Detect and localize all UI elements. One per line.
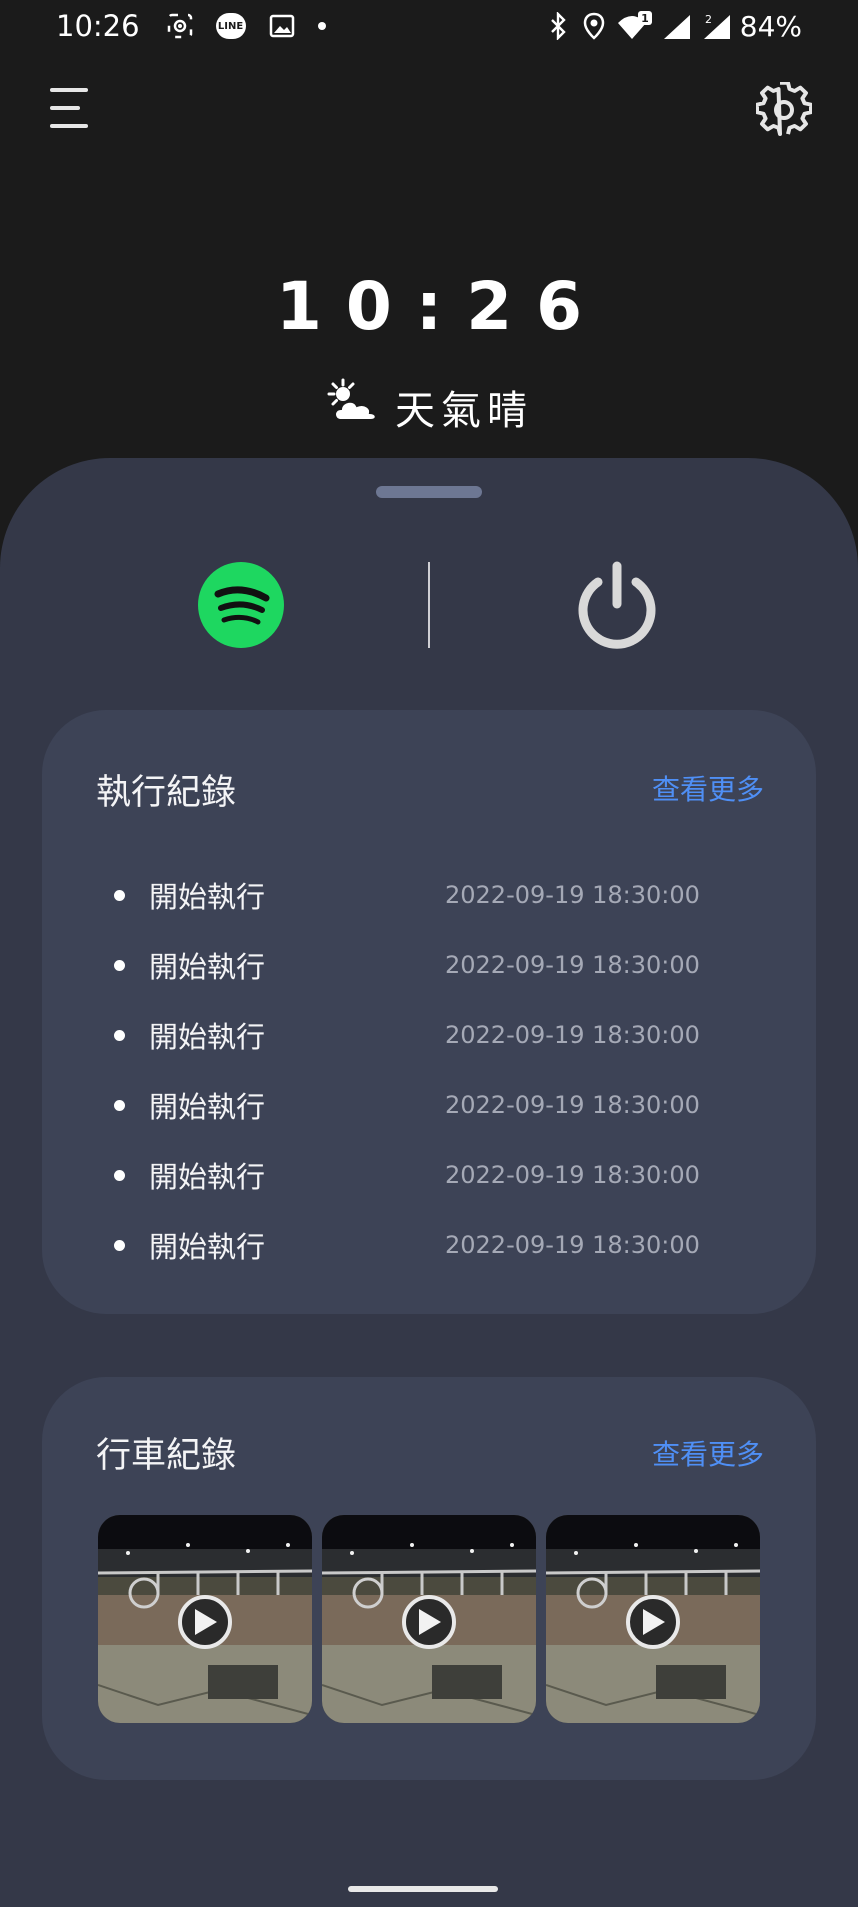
more-notifications-icon [317, 22, 326, 30]
status-bar: 10:26 LINE 1 2 84% [0, 0, 858, 52]
status-time: 10:26 [56, 9, 140, 43]
home-indicator[interactable] [348, 1886, 498, 1892]
driving-log-title: 行車紀錄 [96, 1436, 237, 1476]
play-icon [643, 1609, 665, 1635]
sheet-drag-handle[interactable] [376, 486, 482, 498]
bullet-icon [114, 959, 125, 971]
log-action: 開始執行 [149, 1160, 266, 1194]
weather-text: 天氣晴 [395, 388, 533, 434]
list-item[interactable]: 開始執行 2022-09-19 18:30:00 [114, 860, 774, 930]
video-thumbnail[interactable] [98, 1515, 312, 1723]
partly-sunny-icon [325, 378, 381, 436]
list-item[interactable]: 開始執行 2022-09-19 18:30:00 [114, 1140, 774, 1210]
list-item[interactable]: 開始執行 2022-09-19 18:30:00 [114, 1210, 774, 1280]
location-icon [580, 12, 608, 40]
driving-log-more-link[interactable]: 查看更多 [652, 1433, 764, 1473]
bullet-icon [114, 889, 125, 901]
weather-display: 天氣晴 [0, 378, 858, 436]
log-timestamp: 2022-09-19 18:30:00 [445, 1091, 700, 1119]
play-icon [419, 1609, 441, 1635]
menu-button[interactable] [46, 82, 96, 134]
log-action: 開始執行 [149, 1020, 266, 1054]
signal-icon [660, 12, 692, 40]
bullet-icon [114, 1099, 125, 1111]
play-button[interactable] [626, 1595, 680, 1649]
gear-icon [755, 80, 813, 137]
log-action: 開始執行 [149, 1090, 266, 1124]
list-item[interactable]: 開始執行 2022-09-19 18:30:00 [114, 1000, 774, 1070]
execution-log-title: 執行紀錄 [96, 773, 237, 813]
log-timestamp: 2022-09-19 18:30:00 [445, 1021, 700, 1049]
bullet-icon [114, 1169, 125, 1181]
execution-log-more-link[interactable]: 查看更多 [652, 768, 764, 808]
svg-text:2: 2 [705, 13, 712, 26]
gallery-icon [268, 12, 296, 40]
home-screen: 10:26 LINE 1 2 84% 10:26 天氣晴 執行紀錄 查看更多 開… [0, 0, 858, 1907]
video-thumbnail[interactable] [546, 1515, 760, 1723]
screenshot-icon [166, 12, 194, 40]
video-thumbnail-row [98, 1515, 760, 1723]
log-action: 開始執行 [149, 1230, 266, 1264]
quick-actions-divider [428, 562, 430, 648]
svg-text:1: 1 [641, 12, 649, 25]
settings-button[interactable] [755, 80, 813, 138]
log-action: 開始執行 [149, 880, 266, 914]
spotify-icon [198, 562, 284, 648]
play-button[interactable] [402, 1595, 456, 1649]
bluetooth-icon [544, 12, 572, 40]
video-thumbnail[interactable] [322, 1515, 536, 1723]
play-icon [195, 1609, 217, 1635]
bullet-icon [114, 1239, 125, 1251]
log-timestamp: 2022-09-19 18:30:00 [445, 1161, 700, 1189]
log-timestamp: 2022-09-19 18:30:00 [445, 881, 700, 909]
clock-display: 10:26 [275, 268, 607, 345]
bullet-icon [114, 1029, 125, 1041]
menu-icon [50, 88, 88, 128]
wifi-icon: 1 [616, 11, 652, 40]
play-button[interactable] [178, 1595, 232, 1649]
log-timestamp: 2022-09-19 18:30:00 [445, 951, 700, 979]
list-item[interactable]: 開始執行 2022-09-19 18:30:00 [114, 1070, 774, 1140]
execution-log-list: 開始執行 2022-09-19 18:30:00 開始執行 2022-09-19… [114, 860, 774, 1280]
system-icons: 1 2 84% [544, 10, 802, 43]
notification-icons: LINE [166, 12, 326, 40]
power-icon [578, 561, 656, 649]
log-timestamp: 2022-09-19 18:30:00 [445, 1231, 700, 1259]
log-action: 開始執行 [149, 950, 266, 984]
execution-log-card: 執行紀錄 查看更多 開始執行 2022-09-19 18:30:00 開始執行 … [42, 710, 816, 1314]
signal-sim2-icon: 2 [700, 12, 732, 40]
spotify-button[interactable] [198, 562, 284, 648]
list-item[interactable]: 開始執行 2022-09-19 18:30:00 [114, 930, 774, 1000]
battery-percentage: 84% [739, 9, 802, 43]
driving-log-card: 行車紀錄 查看更多 [42, 1377, 816, 1780]
line-icon: LINE [215, 13, 246, 39]
power-button[interactable] [572, 560, 662, 650]
